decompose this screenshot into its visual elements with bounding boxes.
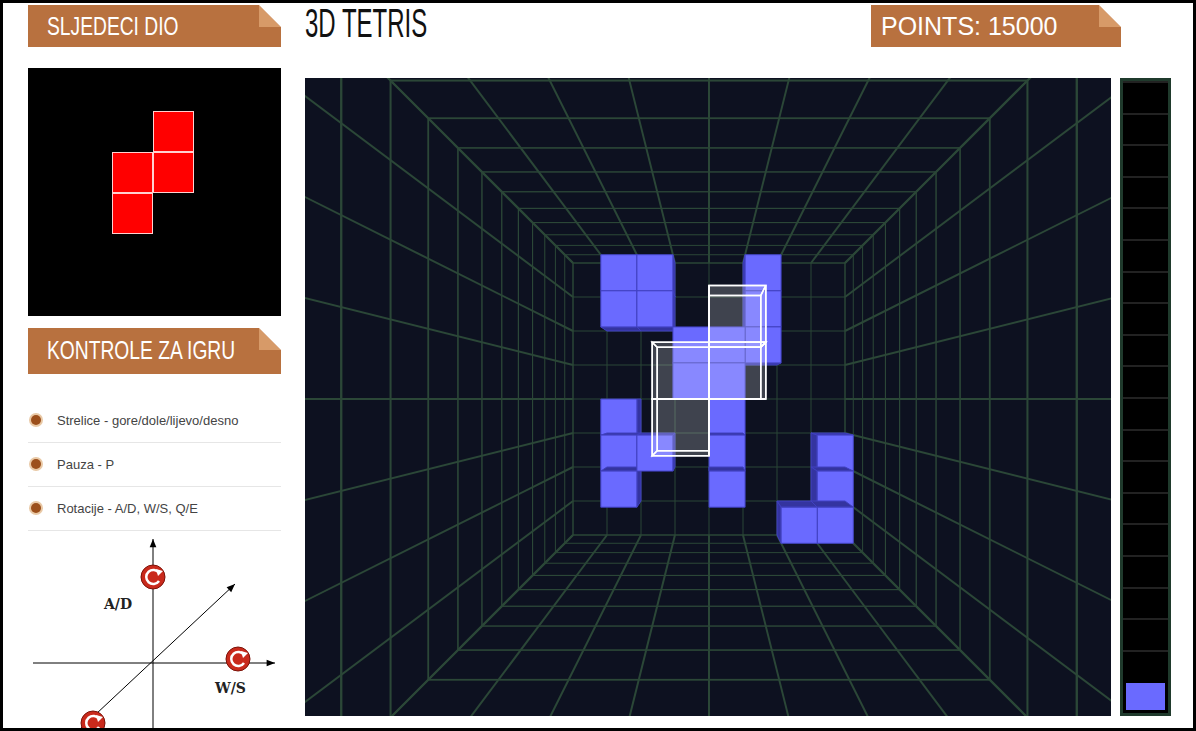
next-piece-preview bbox=[28, 68, 281, 316]
falling-cube bbox=[709, 286, 766, 348]
depth-meter bbox=[1120, 78, 1171, 716]
next-piece-banner: SLJEDECI DIO bbox=[28, 5, 281, 47]
next-piece-cell bbox=[112, 152, 153, 193]
game-board[interactable] bbox=[305, 78, 1111, 716]
control-item: Rotacije - A/D, W/S, Q/E bbox=[28, 487, 281, 531]
bullet-icon bbox=[31, 503, 41, 513]
depth-meter-fill bbox=[1123, 681, 1168, 713]
next-piece-cell bbox=[112, 193, 153, 234]
landed-cube bbox=[709, 399, 745, 435]
controls-list: Strelice - gore/dole/lijevo/desno Pauza -… bbox=[28, 399, 281, 531]
landed-cube bbox=[601, 399, 641, 435]
controls-banner: KONTROLE ZA IGRU bbox=[28, 328, 281, 374]
play-area bbox=[305, 78, 1171, 716]
falling-cube bbox=[709, 342, 766, 399]
page: SLJEDECI DIO KONTROLE ZA IGRU Strelice -… bbox=[0, 0, 1196, 731]
falling-cube bbox=[652, 399, 709, 456]
falling-cube bbox=[652, 342, 709, 399]
next-piece-cell bbox=[153, 152, 194, 193]
game-title: 3D TETRIS bbox=[305, 3, 427, 43]
game-header: 3D TETRIS POINTS: 15000 bbox=[305, 3, 1171, 78]
control-text: Rotacije - A/D, W/S, Q/E bbox=[57, 501, 198, 516]
landed-cube bbox=[709, 467, 745, 507]
control-text: Strelice - gore/dole/lijevo/desno bbox=[57, 413, 238, 428]
falling-piece[interactable] bbox=[652, 286, 766, 456]
points-banner: POINTS: 15000 bbox=[871, 5, 1121, 47]
depth-meter-grid bbox=[1123, 81, 1168, 713]
control-item: Pauza - P bbox=[28, 443, 281, 487]
left-column: SLJEDECI DIO KONTROLE ZA IGRU Strelice -… bbox=[28, 3, 281, 728]
rotate-icon bbox=[81, 711, 105, 728]
control-text: Pauza - P bbox=[57, 457, 114, 472]
landed-cube bbox=[601, 433, 641, 471]
landed-blocks bbox=[601, 255, 854, 544]
next-piece-title: SLJEDECI DIO bbox=[47, 11, 179, 42]
landed-cube bbox=[601, 291, 641, 331]
rotation-axes-diagram: A/D W/S bbox=[28, 531, 281, 728]
landed-cube bbox=[811, 433, 853, 471]
landed-cube bbox=[777, 501, 817, 543]
rotate-icon bbox=[226, 647, 250, 671]
axis-label: A/D bbox=[103, 596, 132, 612]
pit-grid bbox=[305, 78, 1111, 716]
control-item: Strelice - gore/dole/lijevo/desno bbox=[28, 399, 281, 443]
game-column: 3D TETRIS POINTS: 15000 bbox=[305, 3, 1171, 728]
axis-label: W/S bbox=[214, 680, 246, 696]
landed-cube bbox=[709, 433, 745, 471]
next-piece-cell bbox=[153, 111, 194, 152]
points-text: POINTS: 15000 bbox=[881, 12, 1057, 41]
landed-cube bbox=[601, 467, 641, 507]
landed-cube bbox=[637, 291, 675, 331]
bullet-icon bbox=[31, 459, 41, 469]
landed-cube bbox=[811, 467, 853, 507]
controls-title: KONTROLE ZA IGRU bbox=[47, 335, 235, 366]
next-piece bbox=[112, 111, 281, 234]
bullet-icon bbox=[31, 415, 41, 425]
rotate-icon bbox=[141, 565, 165, 589]
